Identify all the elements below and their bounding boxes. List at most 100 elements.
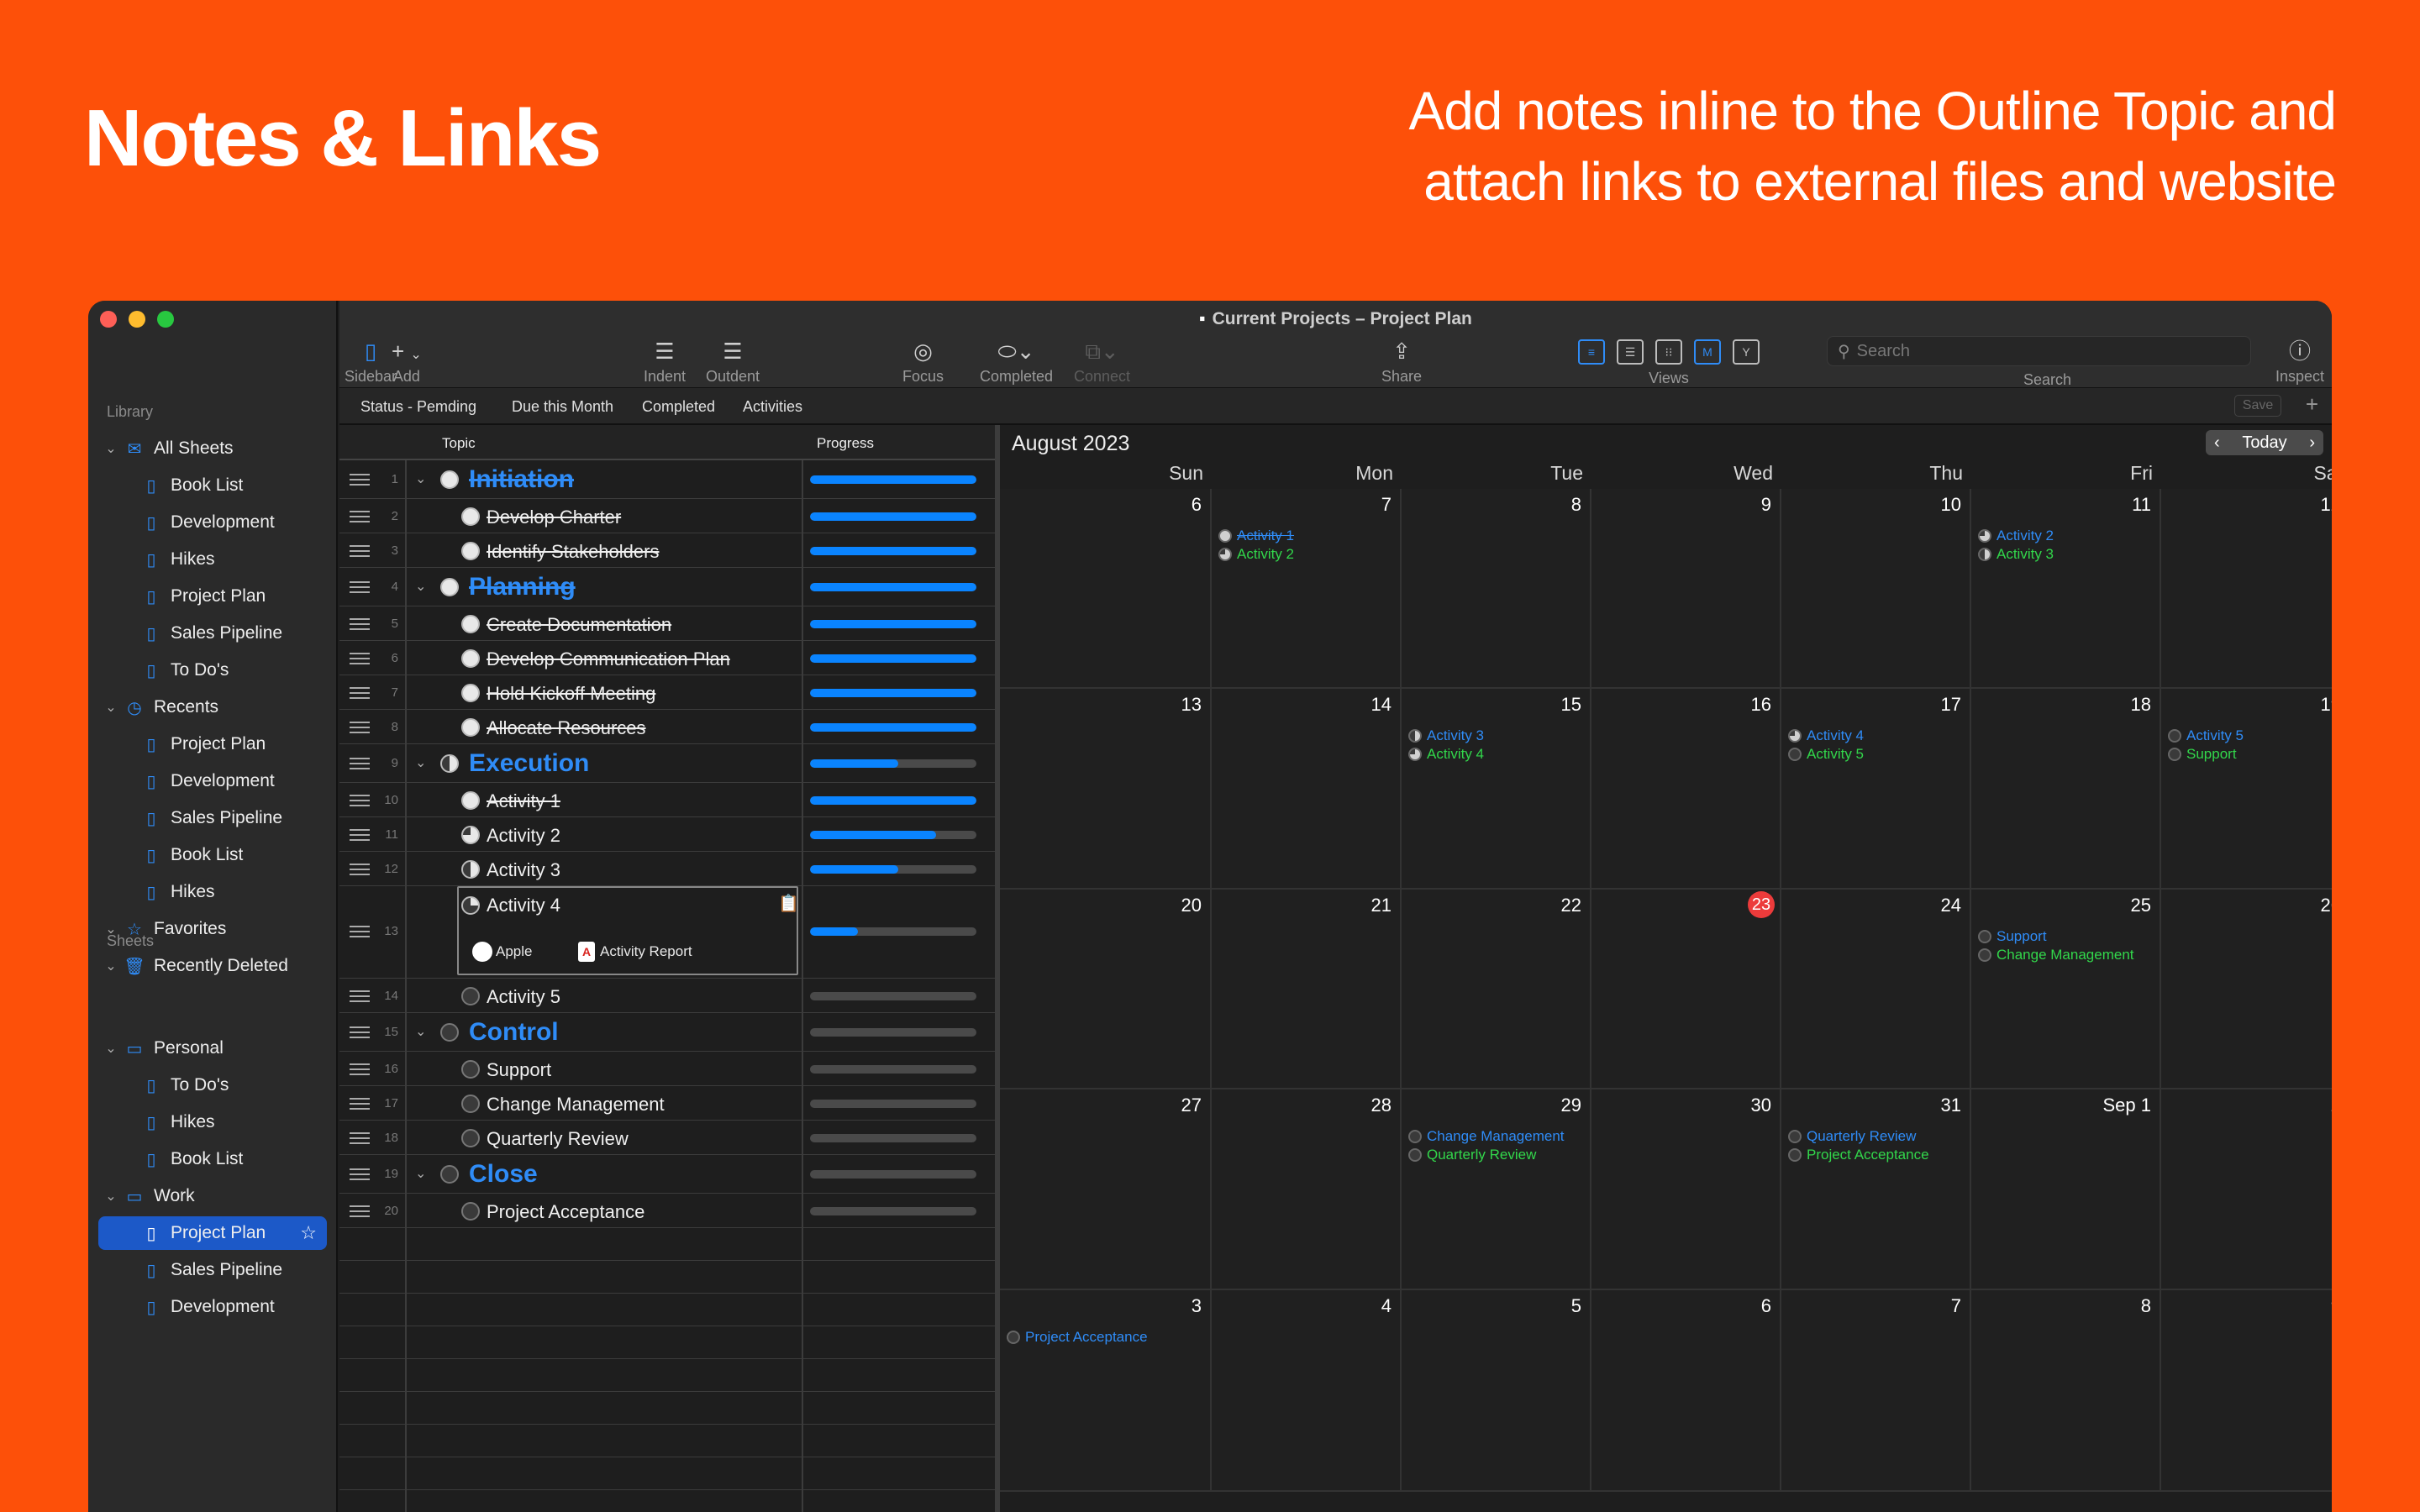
calendar-event[interactable]: Activity 5 bbox=[2168, 727, 2244, 744]
focus-button[interactable]: ◎ Focus bbox=[902, 336, 944, 386]
zoom-window-button[interactable] bbox=[157, 311, 174, 328]
drag-handle-icon[interactable] bbox=[350, 544, 370, 557]
calendar-day-cell[interactable]: 8 bbox=[1402, 489, 1591, 689]
status-icon[interactable] bbox=[440, 578, 459, 596]
outline-row[interactable]: 9 ⌄ Execution bbox=[339, 744, 995, 783]
status-icon[interactable] bbox=[461, 1201, 480, 1221]
outline-row[interactable]: 20 Project Acceptance bbox=[339, 1194, 995, 1228]
indent-button[interactable]: ☰ Indent bbox=[644, 336, 686, 386]
chevron-right-icon[interactable]: › bbox=[2309, 433, 2315, 453]
sidebar-item[interactable]: ⌄ ◷ Recents bbox=[98, 690, 327, 724]
outline-row[interactable]: 13 Activity 4 📋 Apple A Activity Report bbox=[339, 886, 995, 979]
drag-handle-icon[interactable] bbox=[350, 1063, 370, 1075]
drag-handle-icon[interactable] bbox=[350, 652, 370, 664]
sidebar-item[interactable]: ▯ To Do's bbox=[98, 654, 327, 687]
topic-text[interactable]: Hold Kickoff Meeting bbox=[487, 683, 655, 705]
topic-text[interactable]: Execution bbox=[469, 749, 589, 778]
status-icon[interactable] bbox=[461, 825, 480, 844]
sidebar-item[interactable]: ▯ Development bbox=[98, 1290, 327, 1324]
calendar-event[interactable]: Quarterly Review bbox=[1788, 1128, 1916, 1145]
calendar-event[interactable]: Activity 5 bbox=[1788, 746, 1864, 763]
status-icon[interactable] bbox=[461, 648, 480, 668]
topic-text[interactable]: Quarterly Review bbox=[487, 1128, 629, 1150]
calendar-day-cell[interactable]: 7 Activity 1 Activity 2 bbox=[1212, 489, 1402, 689]
calendar-day-cell[interactable]: 9 bbox=[2161, 1290, 2332, 1492]
minimize-window-button[interactable] bbox=[129, 311, 145, 328]
today-button[interactable]: Today bbox=[2242, 433, 2286, 453]
drag-handle-icon[interactable] bbox=[350, 758, 370, 769]
filter-due-this-month[interactable]: Due this Month bbox=[512, 398, 613, 416]
sidebar-item[interactable]: ▯ Development bbox=[98, 506, 327, 539]
save-filter-button[interactable]: Save bbox=[2234, 395, 2281, 417]
chevron-down-icon[interactable]: ⌄ bbox=[103, 921, 118, 937]
drag-handle-icon[interactable] bbox=[350, 1097, 370, 1110]
drag-handle-icon[interactable] bbox=[350, 990, 370, 1002]
topic-text[interactable]: Develop Communication Plan bbox=[487, 648, 730, 670]
status-icon[interactable] bbox=[461, 1059, 480, 1079]
sidebar-item[interactable]: ▯ Development bbox=[98, 764, 327, 798]
connect-button[interactable]: ⧉⌄ Connect bbox=[1074, 336, 1130, 386]
drag-handle-icon[interactable] bbox=[350, 474, 370, 486]
calendar-day-cell[interactable]: 9 bbox=[1591, 489, 1781, 689]
drag-handle-icon[interactable] bbox=[350, 794, 370, 806]
board-view-icon[interactable]: ⁝⁝ bbox=[1655, 339, 1682, 365]
sidebar-item[interactable]: ⌄ 🗑 Recently Deleted bbox=[98, 949, 327, 983]
outline-row[interactable]: 2 Develop Charter bbox=[339, 499, 995, 533]
add-button[interactable]: + ⌄ Add bbox=[392, 336, 422, 386]
calendar-day-cell[interactable]: 29 Change Management Quarterly Review bbox=[1402, 1089, 1591, 1290]
sidebar-item[interactable]: ⌄ ▭ Personal bbox=[98, 1032, 327, 1065]
topic-text[interactable]: Activity 5 bbox=[487, 986, 560, 1008]
calendar-event[interactable]: Activity 2 bbox=[1218, 546, 1294, 563]
sidebar-item[interactable]: ▯ Hikes bbox=[98, 875, 327, 909]
filter-completed[interactable]: Completed bbox=[642, 398, 715, 416]
calendar-day-cell[interactable]: 15 Activity 3 Activity 4 bbox=[1402, 689, 1591, 890]
status-icon[interactable] bbox=[461, 1128, 480, 1147]
status-icon[interactable] bbox=[461, 790, 480, 810]
sidebar-item[interactable]: ⌄ ☆ Favorites bbox=[98, 912, 327, 946]
calendar-event[interactable]: Project Acceptance bbox=[1007, 1329, 1148, 1346]
calendar-event[interactable]: Change Management bbox=[1978, 947, 2134, 963]
link-activity-report[interactable]: A Activity Report bbox=[578, 942, 692, 962]
status-icon[interactable] bbox=[440, 754, 459, 773]
drag-handle-icon[interactable] bbox=[350, 510, 370, 522]
outline-row[interactable]: 4 ⌄ Planning bbox=[339, 568, 995, 606]
sidebar-item[interactable]: ▯ Sales Pipeline bbox=[98, 801, 327, 835]
drag-handle-icon[interactable] bbox=[350, 581, 370, 593]
outline-row[interactable]: 19 ⌄ Close bbox=[339, 1155, 995, 1194]
calendar-event[interactable]: Support bbox=[1978, 928, 2047, 945]
sidebar-item[interactable]: ▯ Project Plan bbox=[98, 727, 327, 761]
calendar-day-cell[interactable]: 27 bbox=[1000, 1089, 1212, 1290]
chevron-down-icon[interactable]: ⌄ bbox=[415, 470, 426, 487]
calendar-event[interactable]: Activity 3 bbox=[1408, 727, 1484, 744]
status-icon[interactable] bbox=[461, 541, 480, 560]
add-filter-icon[interactable]: + bbox=[2306, 391, 2318, 417]
topic-text[interactable]: Activity 1 bbox=[487, 790, 560, 812]
sidebar-item[interactable]: ⌄ ✉ All Sheets bbox=[98, 432, 327, 465]
calendar-day-cell[interactable]: 13 bbox=[1000, 689, 1212, 890]
clipboard-icon[interactable]: 📋 bbox=[778, 893, 799, 914]
calendar-day-cell[interactable]: 6 bbox=[1000, 489, 1212, 689]
drag-handle-icon[interactable] bbox=[350, 1168, 370, 1180]
chevron-down-icon[interactable]: ⌄ bbox=[415, 1023, 426, 1040]
filter-status-pending[interactable]: Status - Pemding bbox=[360, 398, 476, 416]
calendar-event[interactable]: Change Management bbox=[1408, 1128, 1565, 1145]
outline-row[interactable]: 14 Activity 5 bbox=[339, 979, 995, 1013]
sidebar-item[interactable]: ▯ Book List bbox=[98, 469, 327, 502]
sidebar-item[interactable]: ▯ To Do's bbox=[98, 1068, 327, 1102]
calendar-day-cell[interactable]: 12 bbox=[2161, 489, 2332, 689]
calendar-day-cell[interactable]: 3 Project Acceptance bbox=[1000, 1290, 1212, 1492]
calendar-event[interactable]: Quarterly Review bbox=[1408, 1147, 1536, 1163]
topic-text[interactable]: Control bbox=[469, 1018, 559, 1047]
calendar-day-cell[interactable]: 22 bbox=[1402, 890, 1591, 1089]
inspect-button[interactable]: ⓘ Inspect bbox=[2275, 336, 2324, 386]
filter-activities[interactable]: Activities bbox=[743, 398, 802, 416]
status-icon[interactable] bbox=[440, 1023, 459, 1042]
outline-row[interactable]: 10 Activity 1 bbox=[339, 783, 995, 817]
outline-row[interactable]: 3 Identify Stakeholders bbox=[339, 533, 995, 568]
sidebar-item[interactable]: ▯ Book List bbox=[98, 838, 327, 872]
favorite-star-icon[interactable]: ☆ bbox=[300, 1222, 317, 1244]
topic-text[interactable]: Change Management bbox=[487, 1094, 665, 1116]
calendar-year-view-icon[interactable]: Y bbox=[1733, 339, 1760, 365]
status-icon[interactable] bbox=[440, 1165, 459, 1184]
calendar-day-cell[interactable]: 16 bbox=[1591, 689, 1781, 890]
